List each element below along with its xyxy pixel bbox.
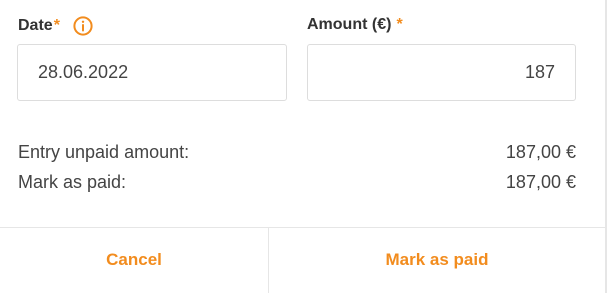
unpaid-amount-value: 187,00 € [505,142,576,162]
amount-label: Amount (€) * [307,16,403,34]
amount-label-text: Amount (€) [307,16,392,33]
mark-as-paid-dialog: Date* Amount (€)* Entry unpaid amount: 1… [0,0,607,293]
mark-as-paid-button[interactable]: Mark as paid [269,228,605,293]
info-circle-icon[interactable] [73,16,93,36]
mark-as-paid-value: 187,00 € [505,172,576,192]
mark-as-paid-label: Mark as paid: [18,172,127,192]
unpaid-amount-row: Entry unpaid amount: 187,00 € [18,142,576,163]
date-input[interactable] [17,44,287,101]
dialog-footer: Cancel Mark as paid [0,227,605,293]
date-required-marker: * [53,17,60,34]
mark-as-paid-row: Mark as paid: 187,00 € [18,172,576,193]
date-label: Date * [18,16,93,36]
amount-input[interactable] [307,44,576,101]
amount-required-marker: * [396,16,403,33]
unpaid-amount-label: Entry unpaid amount: [18,142,190,162]
cancel-button[interactable]: Cancel [0,228,269,293]
date-label-text: Date [18,17,53,34]
